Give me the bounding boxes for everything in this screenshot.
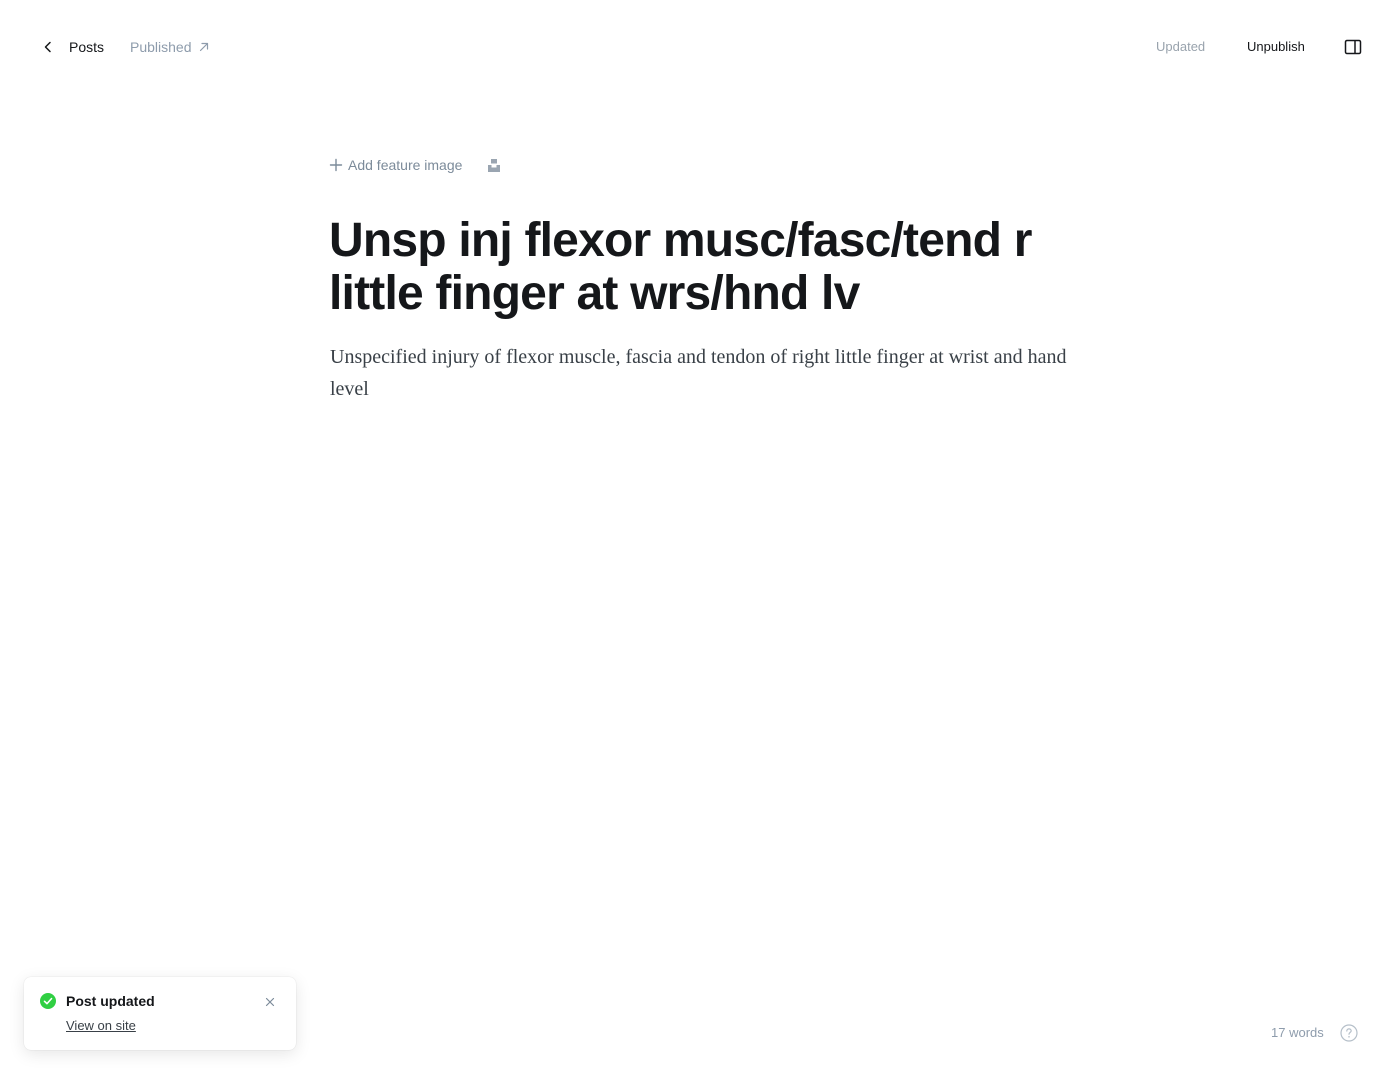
post-title[interactable]: Unsp inj flexor musc/fasc/tend r little … <box>329 214 1089 320</box>
word-count: 17 words <box>1271 1025 1324 1040</box>
save-status: Updated <box>1156 39 1206 54</box>
add-feature-image-button[interactable]: Add feature image <box>329 157 462 173</box>
toast-title: Post updated <box>66 993 155 1009</box>
status-label: Published <box>130 39 192 55</box>
arrow-up-right-icon <box>199 42 208 52</box>
chevron-left-icon <box>44 41 51 53</box>
check-circle-icon <box>40 993 56 1009</box>
unpublish-button[interactable]: Unpublish <box>1247 36 1305 58</box>
view-on-site-link[interactable]: View on site <box>66 1017 136 1035</box>
back-label: Posts <box>69 39 105 55</box>
feature-image-row: Add feature image <box>329 154 502 176</box>
sidebar-toggle-icon[interactable] <box>1344 38 1362 56</box>
add-feature-image-label: Add feature image <box>348 157 463 173</box>
help-circle-icon[interactable] <box>1340 1024 1358 1042</box>
unsplash-icon[interactable] <box>486 157 502 173</box>
editor-header: Posts Published Updated Unpublish <box>0 0 1400 94</box>
notification-toast: Post updated View on site <box>24 977 296 1050</box>
plus-icon <box>329 158 343 172</box>
published-status-link[interactable]: Published <box>130 36 210 58</box>
close-icon[interactable] <box>264 996 276 1008</box>
back-to-posts-link[interactable]: Posts <box>40 36 104 58</box>
post-excerpt[interactable]: Unspecified injury of flexor muscle, fas… <box>330 341 1070 405</box>
